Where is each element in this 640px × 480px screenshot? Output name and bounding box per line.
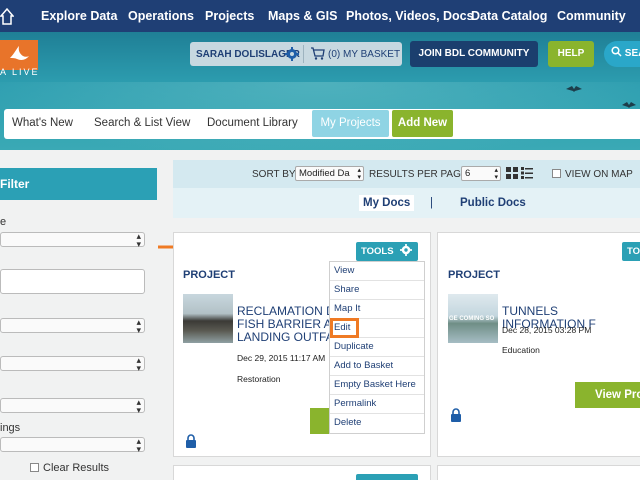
card-type-label: PROJECT xyxy=(183,269,235,281)
nav-data-catalog[interactable]: Data Catalog xyxy=(471,9,547,23)
logo-text: A LIVE xyxy=(0,67,40,77)
filter-select-1[interactable]: ▴ ▾ xyxy=(0,231,145,249)
tools-button[interactable]: TO xyxy=(622,242,640,261)
user-account-bar: SARAH DOLISLAGER (0) MY BASKET xyxy=(190,42,402,66)
menu-item-map-it[interactable]: Map It xyxy=(330,300,424,319)
flying-bird-decoration xyxy=(566,86,582,92)
bird-logo-icon xyxy=(10,46,29,60)
select-arrows-icon: ▴ ▾ xyxy=(136,397,141,415)
filter-text-input[interactable] xyxy=(0,269,145,294)
select-arrows-icon: ▴ ▾ xyxy=(357,167,361,181)
select-arrows-icon: ▴ ▾ xyxy=(494,167,498,181)
menu-item-delete[interactable]: Delete xyxy=(330,414,424,433)
project-card[interactable] xyxy=(437,465,640,480)
filter-select-4[interactable]: ▴ ▾ xyxy=(0,397,145,415)
card-category: Restoration xyxy=(237,374,281,384)
nav-maps-gis[interactable]: Maps & GIS xyxy=(268,9,337,23)
tab-document-library[interactable]: Document Library xyxy=(207,117,298,129)
results-toolbar: SORT BY Modified Da ▴ ▾ RESULTS PER PAGE … xyxy=(173,160,640,188)
menu-item-permalink[interactable]: Permalink xyxy=(330,395,424,414)
add-new-button[interactable]: Add New xyxy=(392,110,453,137)
filter-label: e xyxy=(0,216,7,228)
image-coming-soon-text: GE COMING SO xyxy=(449,316,495,322)
menu-item-empty-basket-here[interactable]: Empty Basket Here xyxy=(330,376,424,395)
tab-my-docs[interactable]: My Docs xyxy=(359,195,415,211)
section-tab-bar: What's New Search & List View Document L… xyxy=(4,109,640,139)
search-icon xyxy=(611,46,622,57)
tools-button[interactable] xyxy=(356,474,418,480)
filter-select-3[interactable]: ▴ ▾ xyxy=(0,355,145,373)
sort-by-value: Modified Da xyxy=(299,168,350,179)
results-per-page-label: RESULTS PER PAGE xyxy=(369,169,468,180)
checkbox[interactable] xyxy=(30,463,39,472)
grid-view-icon[interactable] xyxy=(506,167,518,179)
flying-bird-decoration-2 xyxy=(622,102,636,108)
clear-results-checkbox[interactable]: Clear Results xyxy=(30,462,109,474)
card-date: Dec 28, 2015 03:28 PM xyxy=(502,325,592,335)
select-arrows-icon: ▴ ▾ xyxy=(136,436,141,454)
filter-panel-header[interactable]: Filter xyxy=(0,168,157,200)
lock-icon xyxy=(186,434,196,448)
tools-dropdown-menu: View Share Map It Edit Duplicate Add to … xyxy=(329,261,425,434)
select-arrows-icon: ▴ ▾ xyxy=(136,355,141,373)
clear-results-label: Clear Results xyxy=(43,462,110,474)
join-community-button[interactable]: JOIN BDL COMMUNITY xyxy=(410,41,538,67)
help-button[interactable]: HELP xyxy=(548,41,594,67)
tab-public-docs[interactable]: Public Docs xyxy=(460,197,526,209)
site-logo[interactable] xyxy=(0,40,38,70)
menu-item-duplicate[interactable]: Duplicate xyxy=(330,338,424,357)
tab-search-list-view[interactable]: Search & List View xyxy=(94,117,190,129)
filter-label-settings: ings xyxy=(0,422,21,434)
menu-item-add-to-basket[interactable]: Add to Basket xyxy=(330,357,424,376)
list-view-icon[interactable] xyxy=(521,167,533,179)
my-basket-link[interactable]: (0) MY BASKET xyxy=(328,49,400,60)
search-button[interactable]: SEAR xyxy=(604,41,640,67)
gear-icon[interactable] xyxy=(285,47,299,61)
tools-button[interactable]: TOOLS xyxy=(356,242,418,261)
filter-title: Filter xyxy=(0,177,30,191)
card-title[interactable]: RECLAMATION D FISH BARRIER AT LANDING OU… xyxy=(237,305,338,344)
card-type-label: PROJECT xyxy=(448,269,500,281)
home-icon[interactable] xyxy=(0,6,14,26)
card-title-line: LANDING OUTFA xyxy=(237,330,334,344)
search-label: SEAR xyxy=(624,48,640,59)
results-per-page-select[interactable]: 6 ▴ ▾ xyxy=(461,166,501,181)
card-date: Dec 29, 2015 11:17 AM xyxy=(237,353,326,363)
top-nav: Explore Data Operations Projects Maps & … xyxy=(0,0,640,32)
project-thumbnail[interactable]: GE COMING SO xyxy=(448,294,498,343)
view-project-button[interactable]: View Pro xyxy=(575,382,640,408)
filter-select-5[interactable]: ▴ ▾ xyxy=(0,436,145,454)
lock-icon xyxy=(451,408,461,422)
sort-by-select[interactable]: Modified Da ▴ ▾ xyxy=(295,166,364,181)
basket-icon[interactable] xyxy=(310,47,325,60)
menu-item-share[interactable]: Share xyxy=(330,281,424,300)
nav-explore-data[interactable]: Explore Data xyxy=(41,9,117,23)
menu-item-view[interactable]: View xyxy=(330,262,424,281)
nav-photos-videos-docs[interactable]: Photos, Videos, Docs xyxy=(346,9,474,23)
results-per-page-value: 6 xyxy=(465,168,471,179)
nav-community[interactable]: Community xyxy=(557,9,626,23)
nav-projects[interactable]: Projects xyxy=(205,9,254,23)
view-on-map-toggle[interactable]: VIEW ON MAP xyxy=(552,169,633,180)
tab-whats-new[interactable]: What's New xyxy=(12,117,73,129)
project-thumbnail[interactable] xyxy=(183,294,233,343)
tools-label: TO xyxy=(627,246,640,257)
view-project-button-partial[interactable] xyxy=(310,408,330,434)
tools-label: TOOLS xyxy=(361,246,394,257)
checkbox[interactable] xyxy=(552,169,561,178)
select-arrows-icon: ▴ ▾ xyxy=(136,317,141,335)
filter-select-2[interactable]: ▴ ▾ xyxy=(0,317,145,335)
view-on-map-label: VIEW ON MAP xyxy=(565,169,633,180)
nav-operations[interactable]: Operations xyxy=(128,9,194,23)
doc-tabs-bar: My Docs | Public Docs xyxy=(173,188,640,218)
divider xyxy=(303,45,304,63)
tab-my-projects[interactable]: My Projects xyxy=(312,110,389,137)
sort-by-label: SORT BY xyxy=(252,169,296,180)
doc-tabs-divider: | xyxy=(430,197,433,209)
edit-highlight-box xyxy=(330,318,359,338)
gear-icon xyxy=(400,244,413,256)
card-category: Education xyxy=(502,345,540,355)
select-arrows-icon: ▴ ▾ xyxy=(136,231,141,249)
